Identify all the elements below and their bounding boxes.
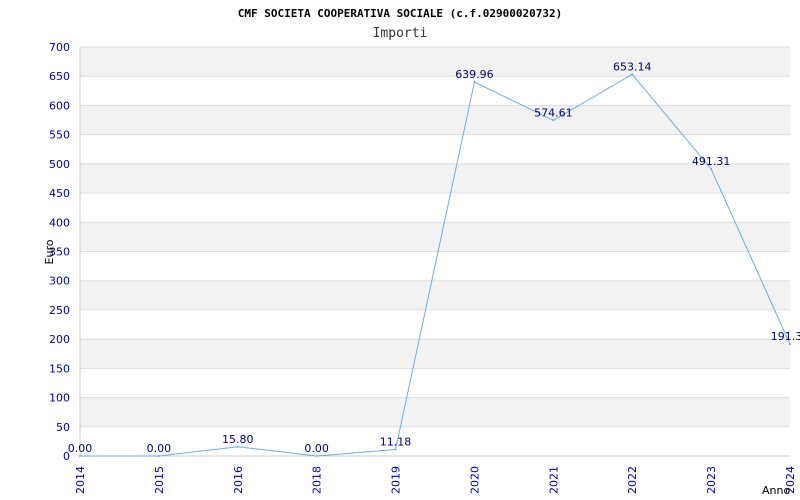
data-point <box>157 455 160 457</box>
x-tick-label: 2020 <box>468 466 481 494</box>
data-point <box>394 448 397 451</box>
x-tick-label: 2021 <box>547 466 560 494</box>
x-axis-ticks: 2014 2015 2016 2018 2019 2020 2021 2022 2023 2024 <box>74 466 797 494</box>
data-point <box>631 73 634 76</box>
y-tick-label: 500 <box>49 158 70 171</box>
x-tick-label: 2023 <box>705 466 718 494</box>
data-label: 491.31 <box>692 155 731 168</box>
y-tick-label: 200 <box>49 333 70 346</box>
y-tick-label: 650 <box>49 70 70 83</box>
y-tick-label: 50 <box>56 421 70 434</box>
data-point <box>79 455 81 457</box>
data-label: 0.00 <box>68 442 93 455</box>
line-chart: 0501001502002503003504004505005506006507… <box>43 7 800 497</box>
data-label: 639.96 <box>455 68 494 81</box>
data-label: 15.80 <box>222 433 254 446</box>
chart-subtitle: Importi <box>373 26 428 41</box>
y-tick-label: 400 <box>49 216 70 229</box>
y-tick-label: 550 <box>49 129 70 142</box>
data-label: 574.61 <box>534 106 573 119</box>
y-tick-label: 250 <box>49 304 70 317</box>
data-label: 0.00 <box>304 442 329 455</box>
data-point <box>236 445 239 448</box>
x-axis-label: Anno <box>762 484 790 497</box>
data-point <box>473 81 476 84</box>
data-point <box>552 119 555 122</box>
x-tick-label: 2019 <box>390 466 403 494</box>
grid-band <box>80 339 790 369</box>
data-point <box>315 455 318 457</box>
data-label: 0.00 <box>147 442 172 455</box>
data-point <box>789 343 791 346</box>
chart-title: CMF SOCIETA COOPERATIVA SOCIALE (c.f.029… <box>238 7 563 20</box>
y-tick-label: 450 <box>49 187 70 200</box>
y-tick-label: 100 <box>49 392 70 405</box>
y-axis-label: Euro <box>43 239 56 264</box>
grid-band <box>80 163 790 194</box>
x-tick-label: 2016 <box>232 466 245 494</box>
grid-band <box>80 105 790 135</box>
data-label: 11.18 <box>380 435 412 448</box>
x-tick-label: 2022 <box>626 466 639 494</box>
y-tick-label: 600 <box>49 99 70 112</box>
y-tick-label: 150 <box>49 362 70 375</box>
grid-band <box>80 47 790 77</box>
grid-band <box>80 222 790 252</box>
x-tick-label: 2015 <box>153 466 166 494</box>
x-tick-label: 2018 <box>311 466 324 494</box>
data-label: 653.14 <box>613 60 652 73</box>
grid-band <box>80 397 790 427</box>
y-tick-label: 700 <box>49 41 70 54</box>
grid-band <box>80 280 790 310</box>
data-point <box>710 167 713 170</box>
plot-background-bands <box>80 47 790 427</box>
data-label: 191.33 <box>771 330 800 343</box>
x-tick-label: 2014 <box>74 466 87 494</box>
y-tick-label: 300 <box>49 275 70 288</box>
